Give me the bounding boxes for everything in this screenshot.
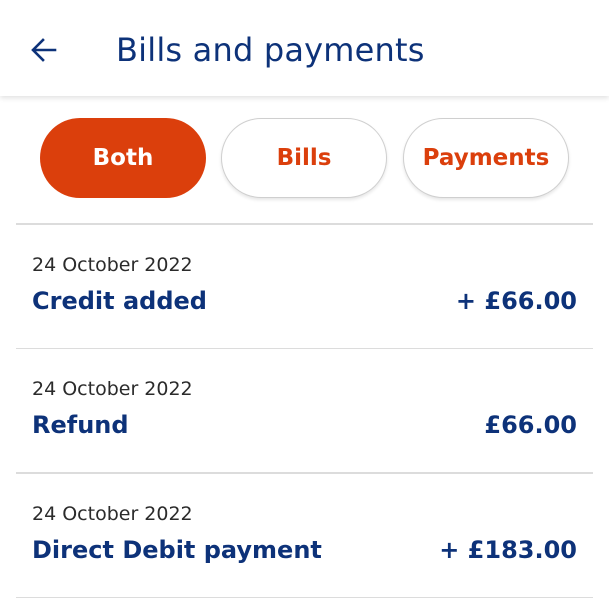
transaction-amount: + £183.00 [439, 535, 577, 564]
transaction-row-direct-debit-payment[interactable]: 24 October 2022 Direct Debit payment + £… [16, 474, 593, 597]
app-header: Bills and payments [0, 0, 609, 96]
transaction-title: Direct Debit payment [32, 535, 322, 564]
filter-chip-group: Both Bills Payments [0, 118, 609, 200]
transaction-row-credit-added[interactable]: 24 October 2022 Credit added + £66.00 [16, 225, 593, 348]
transaction-row-refund[interactable]: 24 October 2022 Refund £66.00 [16, 349, 593, 472]
list-divider [16, 596, 593, 598]
transaction-amount: + £66.00 [455, 286, 577, 315]
filter-chip-payments[interactable]: Payments [403, 118, 569, 198]
transaction-list: 24 October 2022 Credit added + £66.00 24… [16, 223, 593, 598]
page-title: Bills and payments [116, 31, 425, 69]
filter-chip-both[interactable]: Both [40, 118, 206, 198]
transaction-date: 24 October 2022 [32, 502, 193, 525]
transaction-date: 24 October 2022 [32, 378, 193, 400]
transaction-title: Refund [32, 411, 129, 439]
filter-chip-bills[interactable]: Bills [221, 118, 387, 198]
arrow-left-icon [31, 38, 57, 62]
transaction-date: 24 October 2022 [32, 253, 193, 276]
transaction-title: Credit added [32, 286, 207, 315]
back-button[interactable] [22, 28, 66, 72]
bills-and-payments-screen: Bills and payments Both Bills Payments 2… [0, 0, 609, 600]
transaction-amount: £66.00 [484, 411, 577, 439]
